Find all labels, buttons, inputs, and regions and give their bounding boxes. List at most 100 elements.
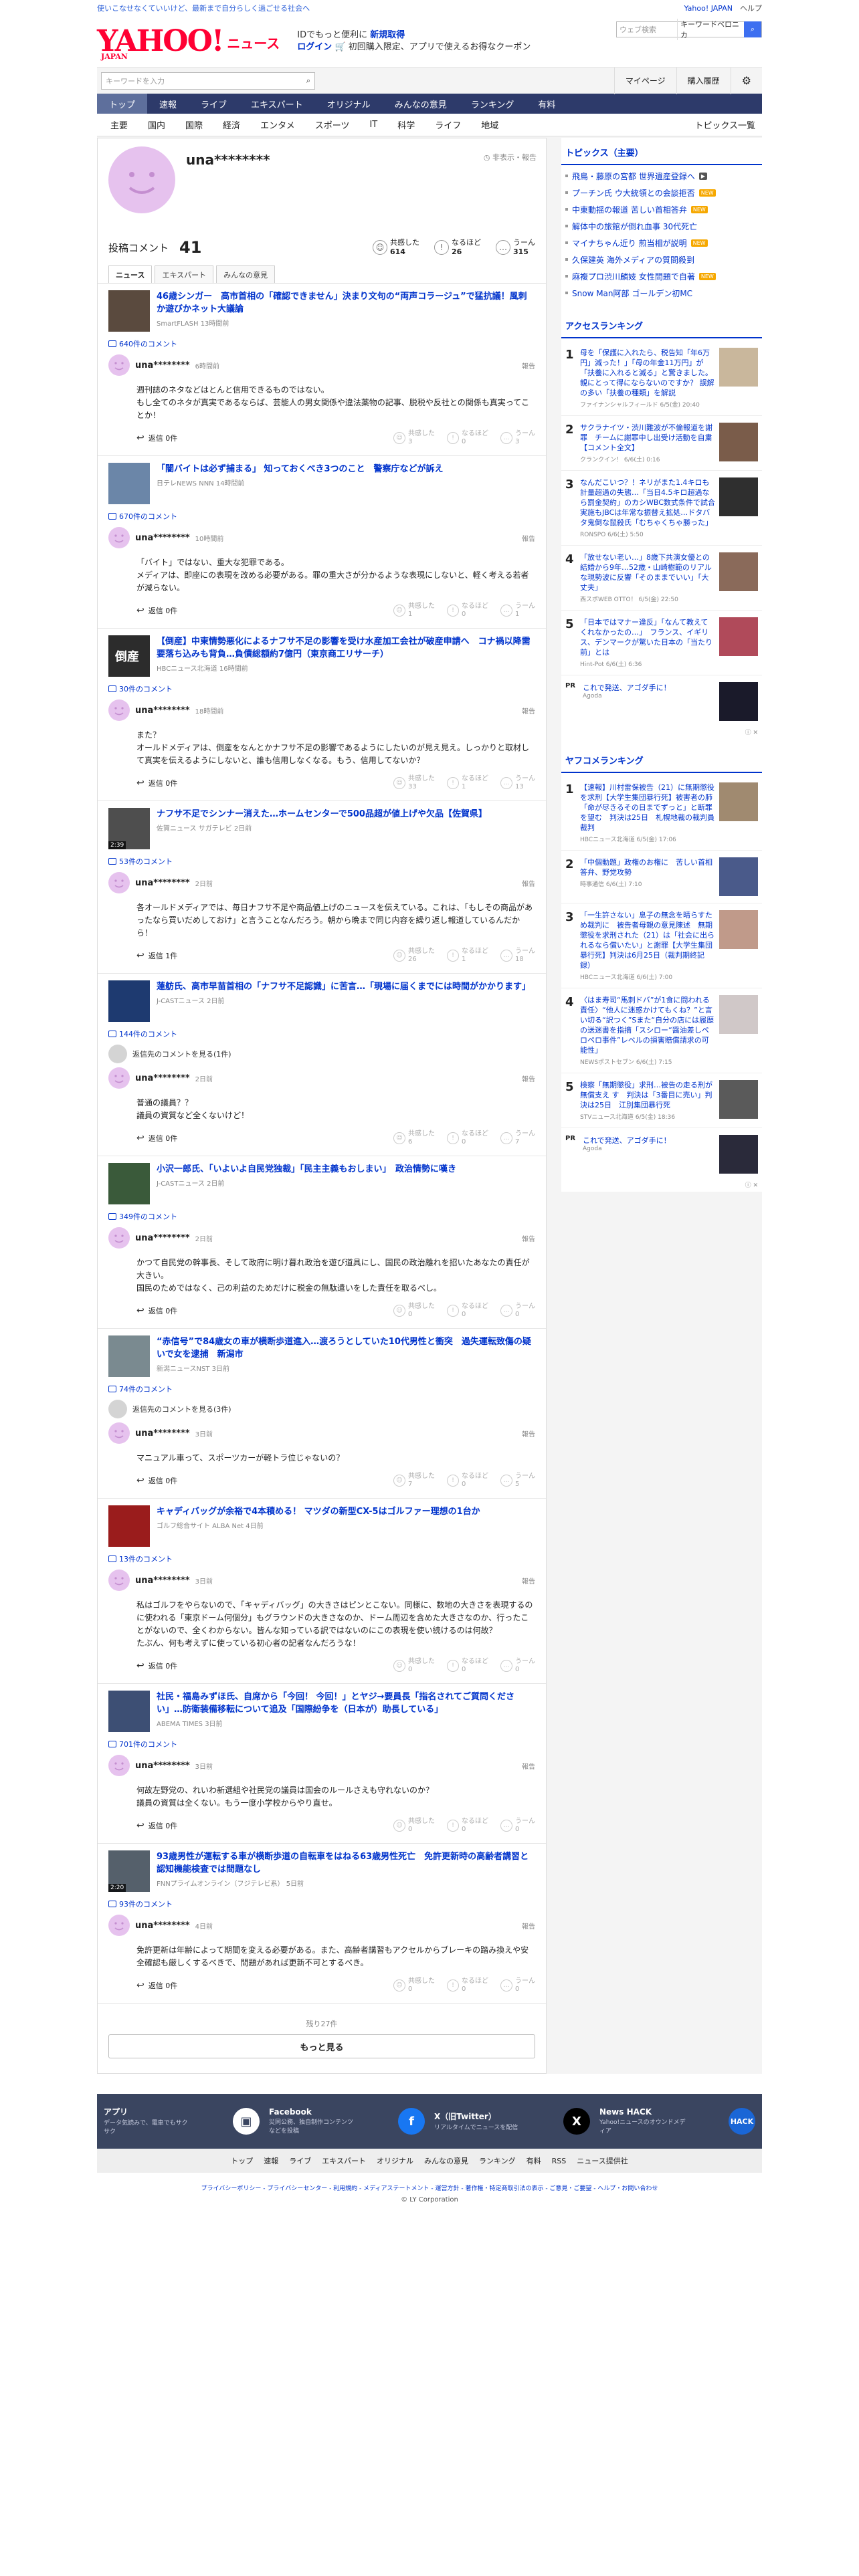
topic-title[interactable]: マイナちゃん近り 煎当相が説明 [572, 237, 687, 249]
mypage-button[interactable]: マイページ [613, 67, 676, 94]
topics-list-link[interactable]: トピックス一覧 [694, 118, 762, 131]
comment-username[interactable]: una******** [135, 533, 190, 543]
comment-username[interactable]: una******** [135, 1576, 190, 1586]
cat-sports[interactable]: スポーツ [305, 118, 360, 131]
footer-app-link[interactable]: アプリ データ気読みで、電車でもサクサク ▣ [104, 2106, 260, 2137]
empathy-button[interactable]: ☺ 共感した 0 [393, 1977, 435, 1994]
topic-item[interactable]: 飛鳥・藤原の宮都 世界遺産登録へ ▶ [561, 168, 762, 185]
legal-links[interactable]: プライバシーポリシー - プライバシーセンター - 利用規約 - メディアステー… [0, 2173, 859, 2196]
cat-world[interactable]: 国際 [175, 118, 213, 131]
cat-main[interactable]: 主要 [97, 118, 138, 131]
hmm-button[interactable]: … うーん 0 [500, 1658, 535, 1674]
topic-title[interactable]: 麻複プロ渋川麟妓 女性問題で自著 [572, 271, 695, 282]
footer-nav-item[interactable]: ランキング [479, 2155, 516, 2166]
footer-nav-item[interactable]: ニュース提供社 [577, 2155, 628, 2166]
report-link[interactable]: 報告 [522, 706, 535, 716]
insight-button[interactable]: ! なるほど 1 [447, 948, 488, 964]
ranking-item[interactable]: 1 【速報】川村雷保被告（21）に無期懲役を求刑【大学生集団暴行死】被害者の肺「命… [561, 776, 762, 851]
ranking-title[interactable]: サクラナイツ・渋川難波が不倫報道を謝罪 チームに謝罪中し出受け活動を自粛【コメン… [580, 423, 715, 453]
empathy-button[interactable]: ☺ 共感した 6 [393, 1130, 435, 1146]
footer-nav-item[interactable]: RSS [552, 2157, 567, 2165]
topic-item[interactable]: Snow Man阿部 ゴールデン初MC [561, 285, 762, 302]
purchase-history-button[interactable]: 購入履歴 [676, 67, 731, 94]
topic-item[interactable]: 中東動揺の報道 苦しい首相答弁 NEW [561, 201, 762, 218]
ad-info-icon[interactable]: ⓘ ✕ [561, 1180, 762, 1192]
ranking-item[interactable]: 2 サクラナイツ・渋川難波が不倫報道を謝罪 チームに謝罪中し出受け活動を自粛【コメ… [561, 416, 762, 471]
ranking-title[interactable]: なんだこいつ？！ネリがまた1.4キロも計量超過の失態…「当日4.5キロ超過なら罰… [580, 477, 715, 528]
reply-button[interactable]: ↩ 返信 0件 [136, 778, 177, 788]
insight-button[interactable]: ! なるほど 0 [447, 430, 488, 446]
parent-comment-link[interactable]: 返信先のコメントを見る(1件) [108, 1045, 535, 1063]
ad-info-icon[interactable]: ⓘ ✕ [561, 728, 762, 739]
keyword-suggestion[interactable]: キーワードベロニカ [677, 19, 744, 40]
new-account-link[interactable]: 新規取得 [370, 30, 405, 40]
article-link[interactable]: 倒産 【倒産】中東情勢悪化によるナフサ不足の影響を受け水産加工会社が破産申請へ コ… [108, 635, 535, 677]
comment-count-link[interactable]: 670件のコメント [108, 511, 535, 522]
ranking-item[interactable]: 2 「中個動題」政権のお権に 苦しい首相答弁、野党攻勢 時事通信 6/6(土) 7:… [561, 851, 762, 903]
cat-domestic[interactable]: 国内 [138, 118, 175, 131]
ranking-title[interactable]: 「一生許さない」息子の無念を晴らすため裁判に 被告者母親の意見陳述 無期懲役を求… [580, 910, 715, 970]
news-search-input[interactable]: キーワードを入力 ⌕ [101, 72, 315, 90]
comment-username[interactable]: una******** [135, 360, 190, 370]
article-link[interactable]: 46歳シンガー 高市首相の「確認できません」決まり文句の“両声コラージュ”で猛抗… [108, 290, 535, 332]
article-link[interactable]: 社民・福島みずほ氏、自席から「今回！ 今回！」とヤジ→要員長「指名されてご質問く… [108, 1691, 535, 1732]
reply-button[interactable]: ↩ 返信 0件 [136, 1305, 177, 1316]
article-title[interactable]: 蓮舫氏、高市早苗首相の「ナフサ不足認識」に苦言…「現場に届くまでには時間がかかり… [157, 980, 531, 993]
article-title[interactable]: 「闇バイトは必ず捕まる」 知っておくべき3つのこと 警察庁などが訴え [157, 463, 444, 475]
reply-button[interactable]: ↩ 返信 0件 [136, 1980, 177, 1991]
topic-item[interactable]: マイナちゃん近り 煎当相が説明 NEW [561, 235, 762, 251]
empathy-button[interactable]: ☺ 共感した 3 [393, 430, 435, 446]
insight-button[interactable]: ! なるほど 0 [447, 1303, 488, 1319]
empathy-button[interactable]: ☺ 共感した 0 [393, 1303, 435, 1319]
hmm-button[interactable]: … うーん 18 [500, 948, 535, 964]
reply-button[interactable]: ↩ 返信 0件 [136, 433, 177, 443]
footer-app-link[interactable]: X（旧Twitter） リアルタイムでニュースを配信 X [434, 2106, 590, 2137]
tab-expert[interactable]: エキスパート [155, 265, 214, 283]
nav-ranking[interactable]: ランキング [459, 94, 527, 114]
empathy-button[interactable]: ☺ 共感した 7 [393, 1473, 435, 1489]
ranking-title[interactable]: 母を「保護に入れたら、税告知「年6万円」減った！」「母の年金11万円」が「扶養に… [580, 348, 715, 398]
topic-item[interactable]: 麻複プロ渋川麟妓 女性問題で自著 NEW [561, 268, 762, 285]
topic-title[interactable]: 解体中の旅館が倒れ血事 30代死亡 [572, 221, 697, 232]
article-title[interactable]: 46歳シンガー 高市首相の「確認できません」決まり文句の“両声コラージュ”で猛抗… [157, 290, 535, 316]
footer-app-link[interactable]: Facebook 災同公務、独自制作コンテンツなどを投稿 f [269, 2106, 425, 2137]
hmm-button[interactable]: … うーん 0 [500, 1977, 535, 1994]
nav-top[interactable]: トップ [97, 94, 148, 114]
ranking-title[interactable]: 「日本ではマナー違反」「なんて教えてくれなかったの…」 フランス、イギリス、デン… [580, 617, 715, 657]
cat-local[interactable]: 地域 [471, 118, 508, 131]
hmm-button[interactable]: … うーん 13 [500, 775, 535, 791]
reply-button[interactable]: ↩ 返信 0件 [136, 1133, 177, 1144]
cat-life[interactable]: ライフ [425, 118, 471, 131]
empathy-button[interactable]: ☺ 共感した 1 [393, 603, 435, 619]
nav-opinion[interactable]: みんなの意見 [383, 94, 459, 114]
insight-button[interactable]: ! なるほど 0 [447, 1130, 488, 1146]
article-link[interactable]: 蓮舫氏、高市早苗首相の「ナフサ不足認識」に苦言…「現場に届くまでには時間がかかり… [108, 980, 535, 1022]
report-link[interactable]: 報告 [522, 878, 535, 888]
comment-count-link[interactable]: 640件のコメント [108, 338, 535, 349]
hmm-button[interactable]: … うーん 0 [500, 1818, 535, 1834]
search-icon[interactable]: ⌕ [306, 76, 310, 86]
comment-count-link[interactable]: 349件のコメント [108, 1211, 535, 1222]
report-link[interactable]: 報告 [522, 360, 535, 370]
ranking-title[interactable]: 【速報】川村雷保被告（21）に無期懲役を求刑【大学生集団暴行死】被害者の肺「命が… [580, 782, 715, 833]
report-link[interactable]: 報告 [522, 1576, 535, 1586]
comment-username[interactable]: una******** [135, 1073, 190, 1083]
top-strip-message[interactable]: 使いこなせなくていいけど、最新まで自分らしく過ごせる社会へ [97, 3, 310, 13]
comment-count-link[interactable]: 53件のコメント [108, 856, 535, 867]
reply-button[interactable]: ↩ 返信 0件 [136, 1660, 177, 1671]
help-link[interactable]: ヘルプ [740, 4, 762, 13]
insight-button[interactable]: ! なるほど 0 [447, 1658, 488, 1674]
report-link[interactable]: 報告 [522, 1921, 535, 1931]
hmm-button[interactable]: … うーん 0 [500, 1303, 535, 1319]
article-title[interactable]: 【倒産】中東情勢悪化によるナフサ不足の影響を受け水産加工会社が破産申請へ コナ禍… [157, 635, 535, 661]
yahoo-news-logo[interactable]: YAHOO! JAPAN ニュース [97, 27, 280, 62]
yahoo-japan-link[interactable]: Yahoo! JAPAN [684, 4, 733, 13]
empathy-button[interactable]: ☺ 共感した 0 [393, 1658, 435, 1674]
footer-nav-item[interactable]: 有料 [527, 2155, 541, 2166]
comment-count-link[interactable]: 701件のコメント [108, 1739, 535, 1749]
comment-count-link[interactable]: 93件のコメント [108, 1899, 535, 1909]
nav-original[interactable]: オリジナル [315, 94, 383, 114]
load-more-button[interactable]: もっと見る [108, 2034, 535, 2058]
ranking-title[interactable]: 「放せない老い…」8歳下共演女優との結婚から9年…52歳・山崎樹範のリアルな現勢… [580, 552, 715, 593]
footer-nav-item[interactable]: 速報 [264, 2155, 278, 2166]
